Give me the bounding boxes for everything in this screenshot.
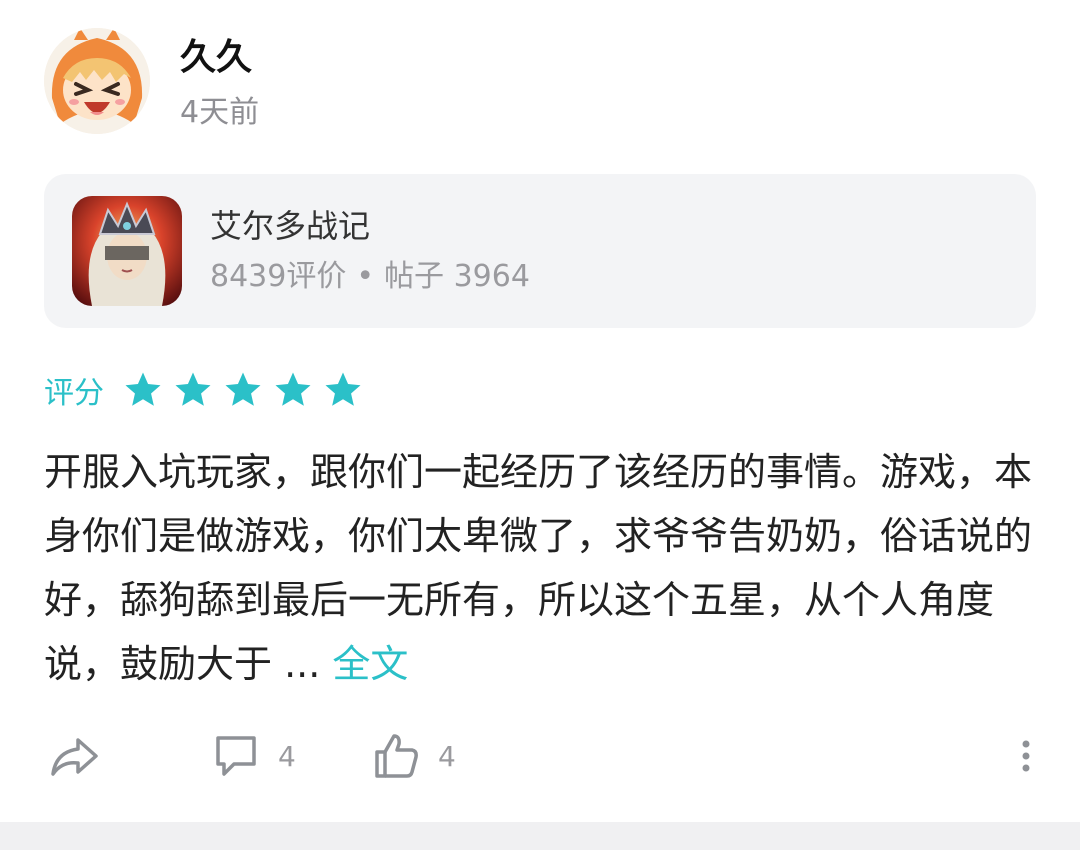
read-more-link[interactable]: 全文 [332, 642, 408, 686]
rating-label: 评分 [44, 376, 104, 411]
review-body: 开服入坑玩家，跟你们一起经历了该经历的事情。游戏，本身你们是做游戏，你们太卑微了… [44, 450, 1033, 686]
game-stats: 8439评价 • 帖子 3964 [210, 258, 530, 296]
review-text[interactable]: 开服入坑玩家，跟你们一起经历了该经历的事情。游戏，本身你们是做游戏，你们太卑微了… [44, 440, 1034, 696]
game-card[interactable]: 艾尔多战记 8439评价 • 帖子 3964 [44, 174, 1036, 328]
star-icon [125, 372, 161, 406]
username[interactable]: 久久 [180, 36, 252, 80]
like-count: 4 [438, 739, 456, 773]
more-vertical-icon [1022, 740, 1030, 772]
game-name[interactable]: 艾尔多战记 [210, 206, 370, 246]
post-timestamp: 4天前 [180, 95, 260, 130]
comment-count: 4 [278, 739, 296, 773]
game-post-count: 帖子 3964 [384, 259, 530, 294]
thumbs-up-icon [375, 734, 418, 778]
star-icon [225, 372, 261, 406]
star-icon [325, 372, 361, 406]
more-options-button[interactable] [1012, 736, 1040, 776]
section-divider [0, 822, 1080, 850]
share-button[interactable] [48, 730, 100, 782]
star-icon [275, 372, 311, 406]
rating-row: 评分 [44, 366, 372, 414]
star-icon [175, 372, 211, 406]
game-icon[interactable] [72, 196, 182, 306]
share-icon [51, 738, 98, 776]
like-button[interactable]: 4 [372, 730, 456, 782]
game-review-count: 8439评价 [210, 259, 347, 294]
stats-separator: • [356, 259, 375, 294]
rating-stars [122, 369, 372, 411]
user-avatar[interactable] [44, 28, 150, 134]
comment-icon [216, 736, 256, 776]
comment-button[interactable]: 4 [212, 730, 296, 782]
